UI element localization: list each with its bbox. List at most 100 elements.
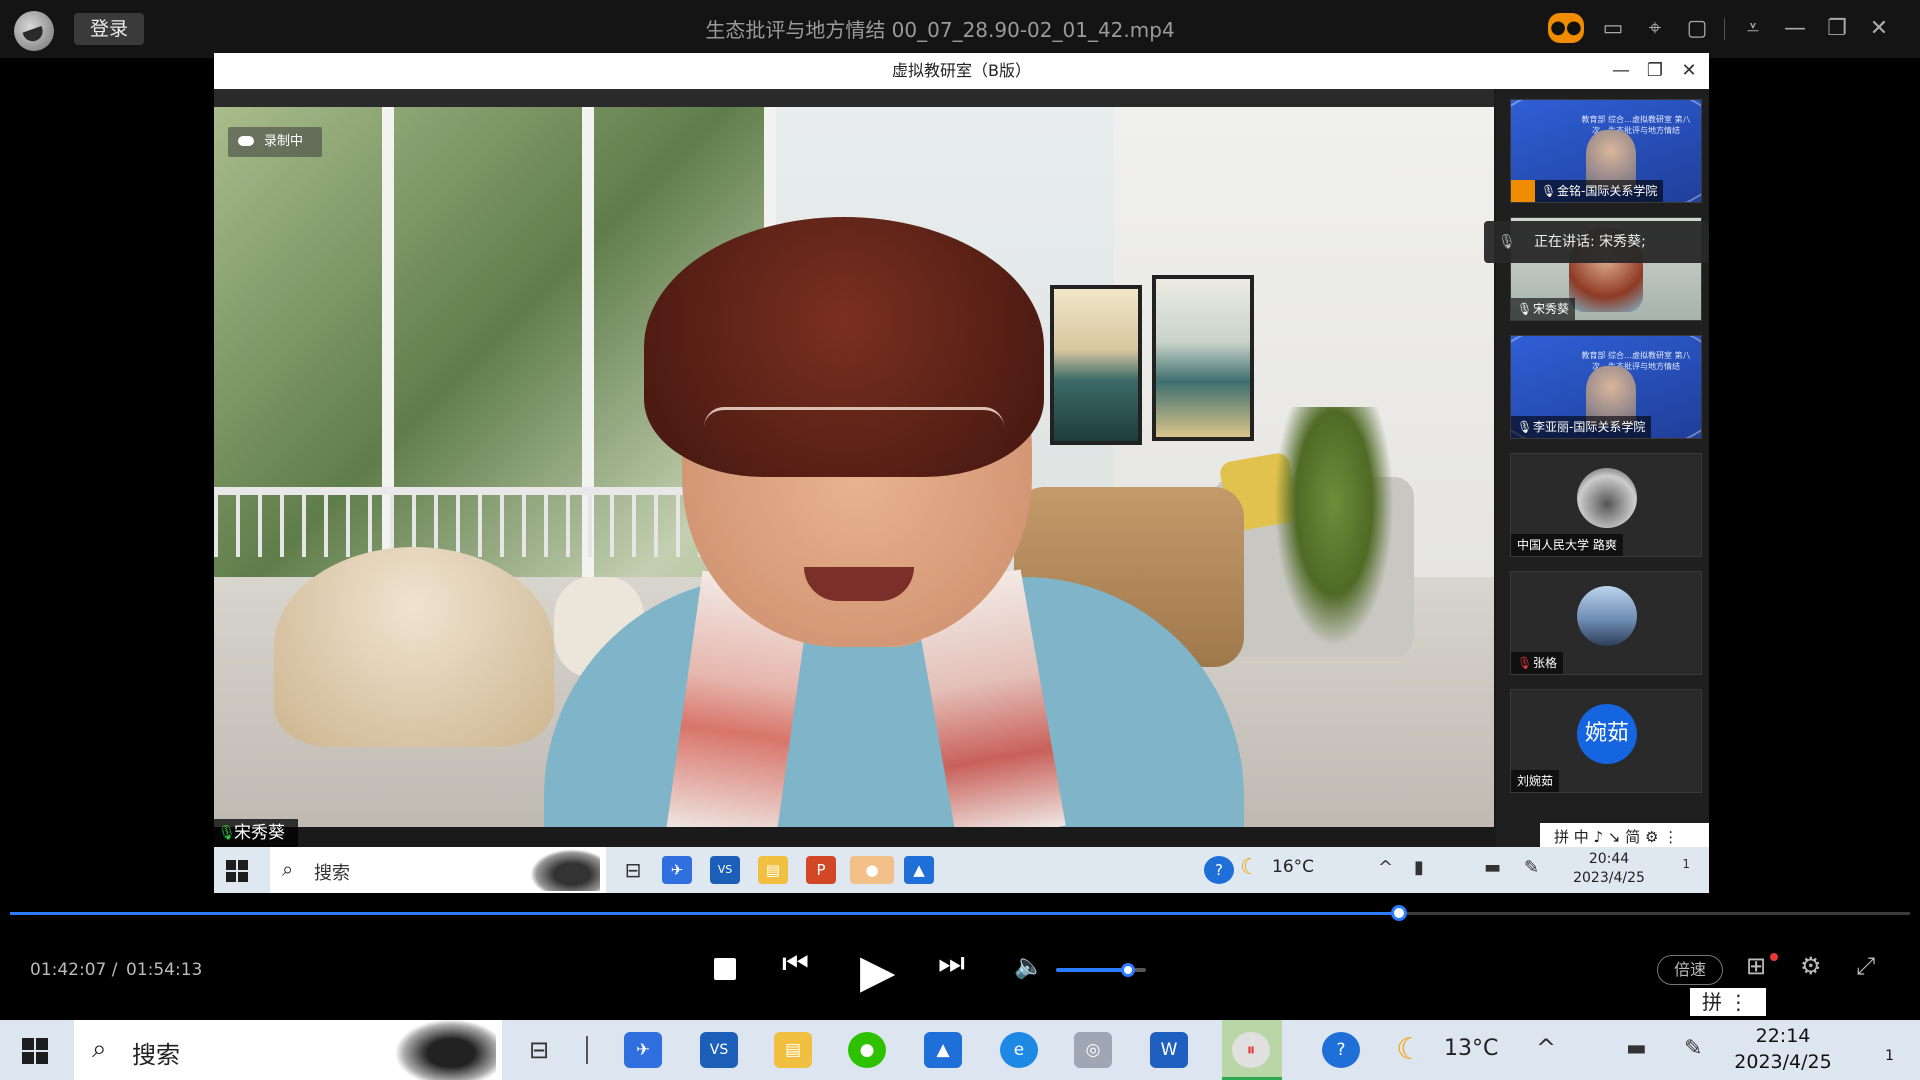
previous-button[interactable]: ⏮ — [782, 946, 809, 981]
participant-panel[interactable]: 教育部 综合…虚拟教研室 第八次…生态批评与地方情结 金铭-国际关系学院 🎙 宋… — [1496, 89, 1709, 879]
meeting-title: 虚拟教研室（B版） — [892, 61, 1031, 80]
vs-icon[interactable]: VS — [710, 856, 740, 884]
weather-moon-icon: ☾ — [1240, 855, 1260, 880]
meeting-minimize-icon[interactable]: — — [1606, 56, 1636, 86]
menu-icon[interactable]: ⩡ — [1738, 14, 1768, 44]
participant-tile[interactable]: 教育部 综合…虚拟教研室 第八次…生态批评与地方情结 金铭-国际关系学院 🎙 — [1510, 99, 1702, 203]
battery-icon[interactable]: ▬ — [1484, 857, 1501, 878]
participant-name: 中国人民大学 路爽 — [1511, 534, 1623, 556]
main-video[interactable]: 录制中 — [214, 107, 1494, 827]
feishu-icon[interactable]: ✈ — [662, 856, 692, 884]
pin-icon[interactable]: ⌖ — [1640, 14, 1670, 44]
app-logo-icon[interactable] — [14, 11, 54, 51]
recording-badge: 录制中 — [228, 127, 322, 157]
total-time: 01:54:13 — [126, 960, 203, 980]
penguin-icon — [530, 849, 600, 891]
feishu-icon[interactable]: ✈ — [624, 1032, 662, 1068]
search-icon: ⌕ — [282, 857, 294, 881]
word-icon[interactable]: W — [1150, 1032, 1188, 1068]
wechat-icon[interactable]: ● — [848, 1032, 886, 1068]
current-time: 01:42:07 / — [30, 960, 118, 980]
taskbar-divider — [586, 1036, 588, 1064]
chevron-up-icon[interactable]: ^ — [1536, 1034, 1556, 1062]
task-view-icon[interactable]: ⊟ — [618, 856, 648, 884]
layout-icon[interactable]: ▭ — [1598, 14, 1628, 44]
player-titlebar: 登录 生态批评与地方情结 00_07_28.90-02_01_42.mp4 ●●… — [0, 0, 1920, 58]
fullscreen-icon[interactable]: ⤢ — [1856, 952, 1875, 980]
volume-slider[interactable] — [1056, 963, 1146, 977]
file-title: 生态批评与地方情结 00_07_28.90-02_01_42.mp4 — [705, 18, 1175, 42]
minimize-icon[interactable]: — — [1780, 14, 1810, 44]
weather-temp: 13°C — [1444, 1036, 1499, 1061]
restore-icon[interactable]: ❐ — [1822, 14, 1852, 44]
notification-dot — [1770, 953, 1778, 961]
speaker-mouth — [804, 567, 914, 601]
stop-button[interactable] — [714, 958, 736, 980]
speed-button[interactable]: 倍速 — [1657, 955, 1723, 985]
progress-fill — [10, 912, 1399, 915]
meeting-restore-icon[interactable]: ❐ — [1640, 56, 1670, 86]
pen-icon[interactable]: ✎ — [1524, 857, 1539, 878]
search-icon: ⌕ — [92, 1034, 107, 1064]
clock-date[interactable]: 2023/4/25 — [1728, 1051, 1838, 1073]
participant-tile[interactable]: 中国人民大学 路爽 — [1510, 453, 1702, 557]
microphone-icon[interactable]: ▮ — [1414, 857, 1424, 878]
meeting-close-icon[interactable]: ✕ — [1674, 56, 1704, 86]
file-explorer-icon[interactable]: ▤ — [774, 1032, 812, 1068]
volume-handle[interactable] — [1121, 963, 1135, 977]
battery-icon[interactable]: ▬ — [1626, 1036, 1647, 1061]
gamepad-icon[interactable]: ●● — [1548, 13, 1584, 43]
close-icon[interactable]: ✕ — [1864, 14, 1894, 44]
participant-tile[interactable]: 张格 🎙 — [1510, 571, 1702, 675]
edge-icon[interactable]: e — [1000, 1032, 1038, 1068]
recording-label: 录制中 — [264, 134, 304, 149]
volume-icon[interactable]: 🔈 — [1014, 952, 1044, 980]
inner-search-box[interactable]: ⌕ 搜索 — [270, 847, 606, 893]
microphone-muted-icon: 🎙 — [1517, 656, 1533, 670]
play-button[interactable]: ▶ — [860, 944, 895, 998]
participant-tile[interactable]: 教育部 综合…虚拟教研室 第八次…生态批评与地方情结 李亚丽-国际关系学院 🎙 — [1510, 335, 1702, 439]
video-painting — [1152, 275, 1254, 441]
microphone-icon: 🎙 — [1541, 184, 1557, 198]
toolbox-icon[interactable]: ⊞ — [1746, 952, 1766, 980]
meeting-titlebar: 虚拟教研室（B版） — ❐ ✕ — [214, 53, 1709, 89]
task-view-icon[interactable]: ⊟ — [520, 1032, 558, 1068]
host-icon — [1511, 180, 1535, 202]
avatar — [1577, 586, 1637, 646]
video-plant — [1274, 407, 1394, 647]
notification-icon[interactable]: 1 — [1664, 857, 1690, 881]
video-painting — [1050, 285, 1142, 445]
inner-clock[interactable]: 20:44 2023/4/25 — [1564, 850, 1654, 888]
login-button[interactable]: 登录 — [74, 13, 144, 45]
wechat-icon[interactable]: ● — [850, 856, 894, 884]
next-button[interactable]: ⏭ — [938, 946, 965, 981]
notification-count: 1 — [1885, 1048, 1894, 1064]
photos-icon[interactable]: ▲ — [924, 1032, 962, 1068]
progress-bar[interactable] — [10, 905, 1910, 921]
taskbar-search-box[interactable]: ⌕ 搜索 — [74, 1020, 502, 1080]
recorder-icon[interactable]: ⏸ — [1232, 1032, 1270, 1068]
clock-time[interactable]: 22:14 — [1728, 1025, 1838, 1047]
photos-icon[interactable]: ▲ — [904, 856, 934, 884]
powerpoint-icon[interactable]: P — [806, 856, 836, 884]
help-icon[interactable]: ? — [1322, 1032, 1360, 1068]
ime-toolbar[interactable]: 拼 ⋮ — [1690, 988, 1766, 1016]
participant-tile[interactable]: 婉茹 刘婉茹 — [1510, 689, 1702, 793]
microphone-icon: 🎙 — [1498, 234, 1516, 250]
notification-icon[interactable]: 1 — [1856, 1034, 1894, 1068]
inner-clock-time: 20:44 — [1588, 851, 1630, 867]
speaking-indicator-text: 正在讲话: 宋秀葵; — [1534, 234, 1646, 250]
folder-icon[interactable]: ▢ — [1682, 14, 1712, 44]
avatar — [1577, 468, 1637, 528]
settings-icon[interactable]: ⚙ — [1800, 952, 1822, 980]
chevron-up-icon[interactable]: ^ — [1378, 857, 1393, 878]
file-explorer-icon[interactable]: ▤ — [758, 856, 788, 884]
windows-start-icon[interactable] — [226, 860, 248, 882]
meeting-window: 虚拟教研室（B版） — ❐ ✕ 录制中 🎙 宋秀葵 教育部 综合…虚拟教研室 第… — [214, 53, 1709, 893]
windows-start-icon[interactable] — [22, 1038, 48, 1064]
pen-icon[interactable]: ✎ — [1684, 1036, 1702, 1061]
help-icon[interactable]: ? — [1204, 856, 1234, 884]
progress-handle[interactable] — [1390, 905, 1407, 921]
vs-icon[interactable]: VS — [700, 1032, 738, 1068]
camera-icon[interactable]: ◎ — [1074, 1032, 1112, 1068]
